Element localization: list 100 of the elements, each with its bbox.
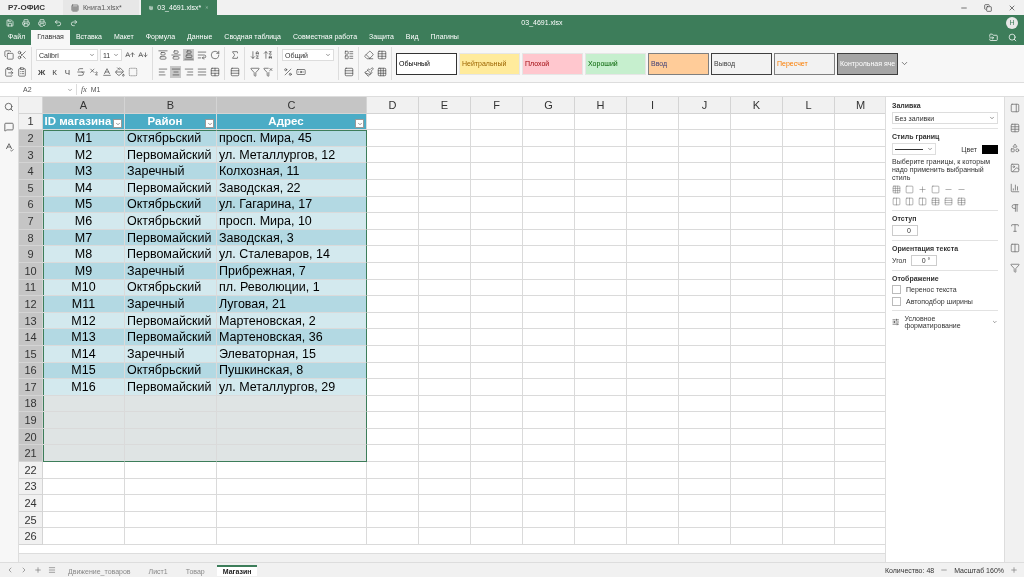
- checkbox[interactable]: [892, 285, 901, 294]
- quick-print-icon[interactable]: [38, 18, 46, 27]
- horizontal-scrollbar[interactable]: [19, 553, 885, 562]
- print-icon[interactable]: [22, 18, 30, 27]
- merge-icon[interactable]: [209, 66, 220, 78]
- fill-color-icon[interactable]: [114, 66, 125, 78]
- sort-descending-icon[interactable]: [262, 49, 273, 61]
- sidebar-icon[interactable]: [1009, 203, 1020, 213]
- clear-filter-icon[interactable]: [262, 66, 273, 78]
- column-header[interactable]: K: [731, 97, 783, 114]
- align-top-icon[interactable]: [157, 49, 168, 61]
- table-icon[interactable]: [376, 66, 387, 78]
- filter-button[interactable]: [355, 119, 364, 129]
- italic-button[interactable]: К: [49, 66, 60, 78]
- row-header[interactable]: 17: [19, 379, 43, 396]
- previous-sheet-icon[interactable]: [6, 566, 14, 574]
- clear-icon[interactable]: [363, 49, 374, 61]
- sidebar-icon[interactable]: [1009, 183, 1020, 193]
- checkbox[interactable]: [892, 297, 901, 306]
- wrap-text-icon[interactable]: [196, 49, 207, 61]
- sort-ascending-icon[interactable]: [249, 49, 260, 61]
- save-icon[interactable]: [6, 18, 14, 27]
- align-bottom-icon[interactable]: [183, 49, 194, 61]
- sidebar-icon[interactable]: [1009, 243, 1020, 253]
- column-header[interactable]: F: [471, 97, 523, 114]
- delete-cells-icon[interactable]: [343, 66, 354, 78]
- percent-icon[interactable]: [282, 66, 293, 78]
- sidebar-icon[interactable]: [1009, 143, 1020, 153]
- sidebar-icon[interactable]: [1009, 123, 1020, 133]
- underline-button[interactable]: Ч: [62, 66, 73, 78]
- row-header[interactable]: 24: [19, 495, 43, 512]
- comment-icon[interactable]: [4, 122, 14, 132]
- align-right-icon[interactable]: [183, 66, 194, 78]
- row-header[interactable]: 12: [19, 296, 43, 313]
- row-header[interactable]: 14: [19, 329, 43, 346]
- row-header[interactable]: 19: [19, 412, 43, 429]
- conditional-format-icon[interactable]: [892, 318, 900, 326]
- spellcheck-icon[interactable]: [4, 142, 14, 152]
- column-header[interactable]: D: [367, 97, 419, 114]
- border-sides-drawing[interactable]: [892, 197, 966, 206]
- zoom-in-icon[interactable]: [1010, 566, 1018, 574]
- align-middle-icon[interactable]: [170, 49, 181, 61]
- column-header[interactable]: G: [523, 97, 575, 114]
- cut-icon[interactable]: [16, 49, 27, 61]
- row-header[interactable]: 9: [19, 246, 43, 263]
- border-options-drawing[interactable]: [892, 185, 966, 194]
- column-header[interactable]: C: [217, 97, 367, 114]
- bold-button[interactable]: Ж: [36, 66, 47, 78]
- sidebar-icon[interactable]: [1009, 103, 1020, 113]
- align-center-icon[interactable]: [170, 66, 181, 78]
- row-header[interactable]: 4: [19, 163, 43, 180]
- filter-button[interactable]: [205, 119, 214, 129]
- close-icon[interactable]: [1008, 3, 1016, 12]
- filter-button[interactable]: [113, 119, 122, 129]
- column-header[interactable]: M: [835, 97, 885, 114]
- sheet-list-icon[interactable]: [48, 566, 56, 574]
- borders-icon[interactable]: [127, 66, 138, 78]
- color-swatch[interactable]: [982, 144, 998, 154]
- copy-style-icon[interactable]: [363, 66, 374, 78]
- zoom-out-icon[interactable]: [940, 566, 949, 574]
- sum-icon[interactable]: [229, 49, 240, 61]
- column-header[interactable]: A: [43, 97, 125, 114]
- table-template-icon[interactable]: [376, 49, 387, 61]
- open-location-icon[interactable]: [989, 33, 998, 42]
- row-header[interactable]: 2: [19, 130, 43, 147]
- font-color-icon[interactable]: [101, 66, 112, 78]
- strikethrough-icon[interactable]: [75, 66, 86, 78]
- redo-icon[interactable]: [70, 18, 78, 27]
- select-all-icon[interactable]: [16, 66, 27, 78]
- row-header[interactable]: 22: [19, 462, 43, 479]
- function-button[interactable]: fx: [81, 85, 87, 94]
- currency-icon[interactable]: [295, 66, 306, 78]
- search-icon[interactable]: [4, 102, 14, 112]
- next-sheet-icon[interactable]: [20, 566, 28, 574]
- column-header[interactable]: L: [783, 97, 835, 114]
- copy-icon[interactable]: [3, 49, 14, 61]
- border-style-dropdown[interactable]: [892, 143, 936, 155]
- subscript-icon[interactable]: [88, 66, 99, 78]
- filter-icon[interactable]: [249, 66, 260, 78]
- undo-icon[interactable]: [54, 18, 62, 27]
- column-header[interactable]: I: [627, 97, 679, 114]
- column-header[interactable]: E: [419, 97, 471, 114]
- column-header[interactable]: H: [575, 97, 627, 114]
- align-left-icon[interactable]: [157, 66, 168, 78]
- paste-icon[interactable]: [3, 66, 14, 78]
- sidebar-icon[interactable]: [1009, 263, 1020, 273]
- sidebar-icon[interactable]: [1009, 163, 1020, 173]
- row-header[interactable]: 7: [19, 213, 43, 230]
- row-header[interactable]: 21: [19, 445, 43, 463]
- column-header[interactable]: J: [679, 97, 731, 114]
- named-range-icon[interactable]: [229, 66, 240, 78]
- sidebar-icon[interactable]: [1009, 223, 1020, 233]
- expand-icon[interactable]: [900, 59, 909, 68]
- restore-icon[interactable]: [984, 3, 992, 12]
- add-sheet-icon[interactable]: [34, 566, 42, 574]
- insert-cells-icon[interactable]: [343, 49, 354, 61]
- justify-icon[interactable]: [196, 66, 207, 78]
- column-header[interactable]: B: [125, 97, 217, 114]
- row-header[interactable]: 26: [19, 528, 43, 546]
- orientation-icon[interactable]: [209, 49, 220, 61]
